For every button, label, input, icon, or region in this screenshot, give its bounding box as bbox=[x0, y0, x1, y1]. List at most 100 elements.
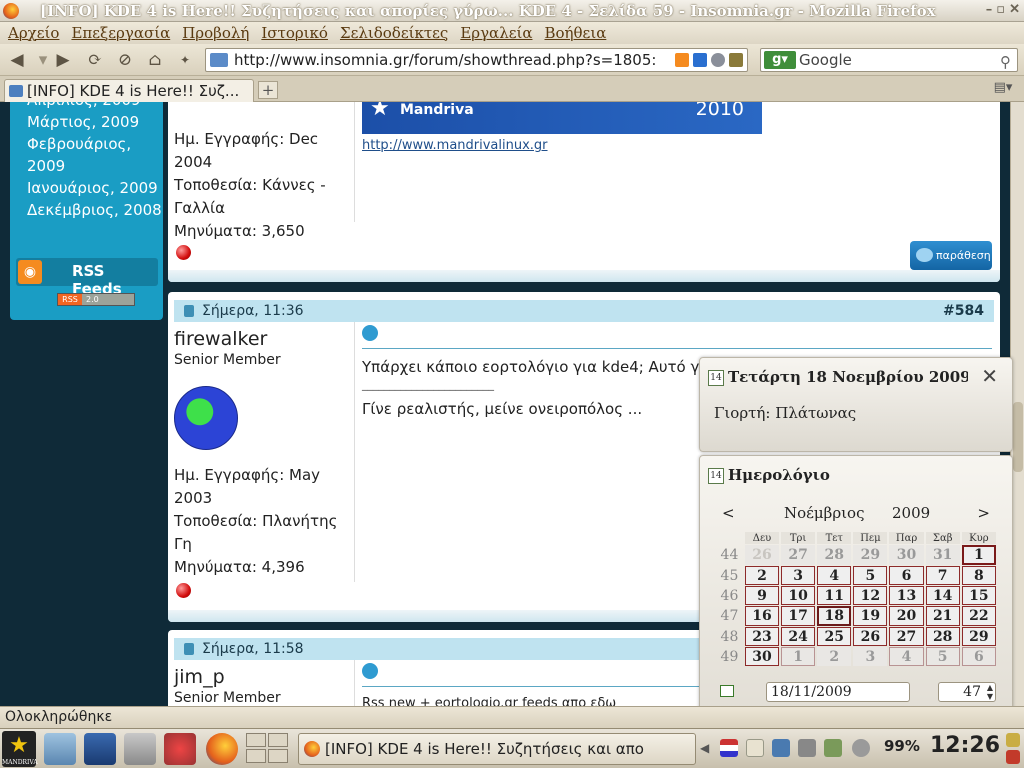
desktop-4[interactable] bbox=[268, 749, 288, 763]
update-icon[interactable] bbox=[824, 739, 842, 757]
tab-active[interactable]: [INFO] KDE 4 is Here!! Συζ... bbox=[4, 79, 254, 102]
application-launcher-button[interactable]: ★ MANDRIVA bbox=[2, 731, 38, 767]
url-bar[interactable]: http://www.insomnia.gr/forum/showthread.… bbox=[205, 48, 748, 72]
calendar-day[interactable]: 20 bbox=[889, 606, 924, 626]
computer-icon[interactable] bbox=[44, 733, 76, 765]
calendar-day[interactable]: 23 bbox=[744, 627, 780, 646]
rss-feeds-box[interactable]: ◉ RSS Feeds bbox=[16, 258, 158, 298]
calendar-day[interactable]: 5 bbox=[853, 566, 888, 585]
calendar-day[interactable]: 3 bbox=[781, 566, 816, 585]
archive-link-february-2009[interactable]: Φεβρουάριος, bbox=[10, 133, 163, 155]
desktop-2[interactable] bbox=[268, 733, 288, 747]
url-dropdown-icon[interactable] bbox=[729, 53, 743, 67]
menu-file[interactable]: Αρχείο bbox=[8, 24, 59, 42]
calendar-day[interactable]: 6 bbox=[961, 647, 996, 666]
calendar-day[interactable]: 27 bbox=[781, 545, 816, 565]
signature-link[interactable]: http://www.mandrivalinux.gr bbox=[362, 138, 548, 153]
calendar-day[interactable]: 28 bbox=[925, 627, 960, 646]
calendar-day[interactable]: 4 bbox=[817, 566, 852, 585]
logout-icon[interactable] bbox=[1006, 750, 1020, 764]
rss-feed-icon[interactable] bbox=[675, 53, 689, 67]
calendar-day[interactable]: 9 bbox=[744, 586, 780, 605]
menu-tools[interactable]: Εργαλεία bbox=[460, 24, 532, 42]
tray-expand-icon[interactable]: ◀ bbox=[700, 739, 718, 757]
keyboard-layout-icon[interactable] bbox=[720, 739, 738, 757]
google-icon[interactable]: g▾ bbox=[764, 51, 796, 69]
window-titlebar[interactable]: [INFO] KDE 4 is Here!! Συζητήσεις και απ… bbox=[0, 0, 1024, 22]
calendar-day[interactable]: 25 bbox=[817, 627, 852, 646]
info-icon[interactable] bbox=[852, 739, 870, 757]
new-tab-button[interactable]: + bbox=[258, 81, 278, 99]
calendar-day[interactable]: 26 bbox=[744, 545, 780, 565]
firefox-launcher-icon[interactable] bbox=[206, 733, 238, 765]
calendar-day[interactable]: 17 bbox=[781, 606, 816, 626]
spinner-arrows-icon[interactable]: ▲ ▼ bbox=[987, 683, 993, 701]
calendar-day[interactable]: 2 bbox=[817, 647, 852, 666]
calendar-day[interactable]: 14 bbox=[925, 586, 960, 605]
menu-help[interactable]: Βοήθεια bbox=[544, 24, 606, 42]
calendar-day[interactable]: 27 bbox=[889, 627, 924, 646]
calendar-day[interactable]: 1 bbox=[781, 647, 816, 666]
rss-2-badge[interactable]: RSS 2.0 bbox=[57, 293, 135, 306]
username-link[interactable]: firewalker bbox=[174, 328, 267, 350]
taskbar-firefox-task[interactable]: [INFO] KDE 4 is Here!! Συζητήσεις και απ… bbox=[298, 733, 696, 765]
calendar-day[interactable]: 22 bbox=[961, 606, 996, 626]
calendar-day[interactable]: 3 bbox=[853, 647, 888, 666]
menu-view[interactable]: Προβολή bbox=[182, 24, 249, 42]
back-icon[interactable]: ◀ bbox=[6, 50, 28, 70]
calendar-day[interactable]: 1 bbox=[961, 545, 996, 565]
settings-tools-icon[interactable] bbox=[124, 733, 156, 765]
search-bar[interactable]: g▾ Google ⚲ bbox=[760, 48, 1018, 72]
calendar-day[interactable]: 26 bbox=[853, 627, 888, 646]
archive-link-february-2009-year[interactable]: 2009 bbox=[10, 155, 163, 177]
username-link[interactable]: jim_p bbox=[174, 666, 225, 688]
menu-bookmarks[interactable]: Σελιδοδείκτες bbox=[340, 24, 448, 42]
lock-screen-icon[interactable] bbox=[1006, 733, 1020, 747]
calendar-day[interactable]: 8 bbox=[961, 566, 996, 585]
calendar-day[interactable]: 30 bbox=[744, 647, 780, 666]
home-icon[interactable]: ⌂ bbox=[144, 50, 166, 70]
calendar-day[interactable]: 19 bbox=[853, 606, 888, 626]
calendar-day[interactable]: 21 bbox=[925, 606, 960, 626]
desktop-1[interactable] bbox=[246, 733, 266, 747]
week-number-input[interactable]: 47 ▲ ▼ bbox=[938, 682, 996, 702]
calendar-day[interactable]: 29 bbox=[853, 545, 888, 565]
next-month-button[interactable]: > bbox=[977, 504, 990, 522]
minimize-icon[interactable]: – bbox=[986, 2, 993, 17]
clock[interactable]: 12:26 bbox=[930, 733, 1000, 758]
archive-link-march-2009[interactable]: Μάρτιος, 2009 bbox=[10, 111, 163, 133]
mandriva-banner[interactable]: ★ Mandriva 2010 bbox=[362, 102, 762, 134]
calendar-day[interactable]: 11 bbox=[817, 586, 852, 605]
calendar-day[interactable]: 28 bbox=[817, 545, 852, 565]
scrollbar-thumb[interactable] bbox=[1013, 402, 1023, 472]
calendar-day[interactable]: 24 bbox=[781, 627, 816, 646]
previous-month-button[interactable]: < bbox=[722, 504, 735, 522]
quote-button[interactable]: παράθεση bbox=[910, 241, 992, 270]
desktop-icon[interactable] bbox=[84, 733, 116, 765]
calendar-day[interactable]: 4 bbox=[889, 647, 924, 666]
calendar-day[interactable]: 10 bbox=[781, 586, 816, 605]
greek-flag-icon[interactable] bbox=[693, 53, 707, 67]
month-selector[interactable]: Νοέμβριος bbox=[784, 504, 864, 522]
jump-to-today-icon[interactable] bbox=[720, 685, 734, 697]
globe-icon[interactable] bbox=[711, 53, 725, 67]
date-input[interactable]: 18/11/2009 bbox=[766, 682, 910, 702]
volume-icon[interactable] bbox=[798, 739, 816, 757]
stop-icon[interactable]: ⊘ bbox=[114, 50, 136, 70]
network-icon[interactable] bbox=[164, 733, 196, 765]
year-selector[interactable]: 2009 bbox=[892, 504, 930, 522]
desktop-3[interactable] bbox=[246, 749, 266, 763]
network-manager-icon[interactable] bbox=[772, 739, 790, 757]
addon-icon[interactable]: ✦ bbox=[174, 50, 196, 70]
calendar-day[interactable]: 5 bbox=[925, 647, 960, 666]
desktop-pager[interactable] bbox=[246, 733, 290, 765]
dropdown-arrow-icon[interactable]: ▾ bbox=[32, 50, 54, 70]
calendar-day[interactable]: 16 bbox=[744, 606, 780, 626]
close-window-icon[interactable]: ✕ bbox=[1009, 2, 1020, 17]
archive-link-april-2009[interactable]: Απρίλιος, 2009 bbox=[10, 102, 163, 111]
calendar-day[interactable]: 15 bbox=[961, 586, 996, 605]
calendar-day[interactable]: 12 bbox=[853, 586, 888, 605]
calendar-day[interactable]: 2 bbox=[744, 566, 780, 585]
calendar-day[interactable]: 31 bbox=[925, 545, 960, 565]
search-icon[interactable]: ⚲ bbox=[1000, 51, 1011, 73]
